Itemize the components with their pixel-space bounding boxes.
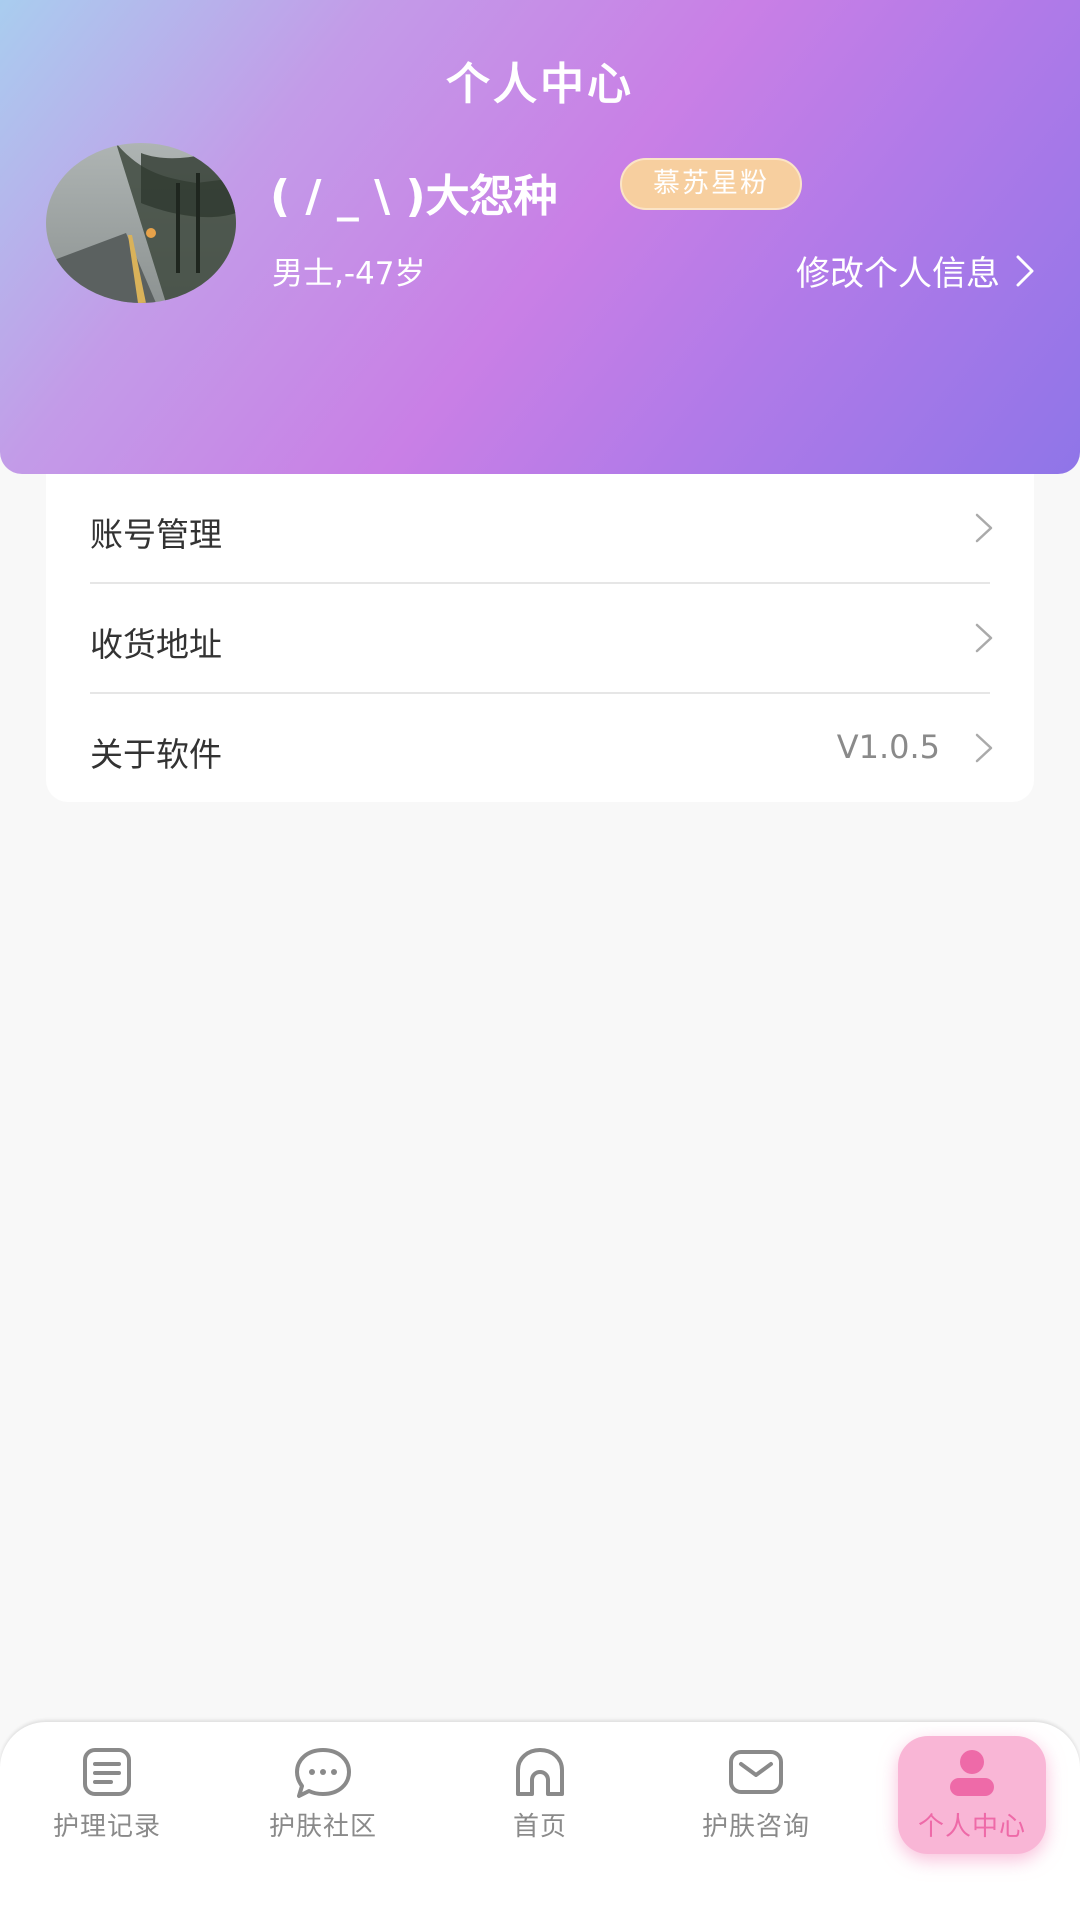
list-icon [83, 1748, 131, 1796]
tab-profile[interactable]: 个人中心 [882, 1722, 1062, 1862]
app-version: V1.0.5 [836, 728, 940, 766]
user-gender-age: 男士,-47岁 [272, 256, 426, 292]
user-icon [950, 1750, 994, 1796]
profile-page: 个人中心 ( / _ \ )大怨种 慕苏星粉 男士,-47岁 修改个人信息 账号… [0, 0, 1080, 1920]
fan-badge: 慕苏星粉 [620, 158, 802, 210]
chevron-right-icon [1016, 255, 1034, 286]
user-name: ( / _ \ )大怨种 [270, 171, 558, 222]
menu-item-label: 收货地址 [90, 625, 222, 664]
tab-skincare-community[interactable]: 护肤社区 [233, 1722, 413, 1862]
tab-skincare-consult[interactable]: 护肤咨询 [666, 1722, 846, 1862]
page-title: 个人中心 [446, 59, 634, 110]
tab-label: 护理记录 [52, 1812, 161, 1842]
settings-menu: 账号管理 收货地址 关于软件 V1.0.5 [46, 474, 1034, 802]
menu-item-address[interactable]: 收货地址 [46, 584, 1034, 694]
menu-item-label: 账号管理 [90, 515, 222, 554]
tab-care-records[interactable]: 护理记录 [17, 1722, 197, 1862]
tab-home[interactable]: 首页 [450, 1722, 630, 1862]
bottom-tab-bar: 护理记录 护肤社区 首页 护肤咨询 个人中心 [0, 1722, 1080, 1920]
avatar[interactable] [46, 143, 236, 303]
tab-label: 护肤社区 [268, 1812, 377, 1842]
home-icon [516, 1748, 564, 1796]
tab-label: 护肤咨询 [701, 1812, 810, 1842]
tab-label: 个人中心 [917, 1812, 1026, 1842]
tab-label: 首页 [512, 1812, 567, 1842]
profile-header: 个人中心 ( / _ \ )大怨种 慕苏星粉 男士,-47岁 修改个人信息 [0, 0, 1080, 474]
avatar-image [46, 143, 236, 303]
mail-icon [729, 1750, 783, 1794]
chat-bubble-icon [295, 1748, 351, 1798]
chevron-right-icon [975, 623, 993, 653]
edit-profile-link[interactable]: 修改个人信息 [796, 246, 1036, 295]
menu-item-account[interactable]: 账号管理 [46, 474, 1034, 584]
chevron-right-icon [975, 733, 993, 763]
chevron-right-icon [975, 513, 993, 543]
edit-profile-label: 修改个人信息 [796, 254, 1000, 294]
menu-item-label: 关于软件 [90, 735, 222, 774]
menu-item-about[interactable]: 关于软件 V1.0.5 [46, 694, 1034, 804]
